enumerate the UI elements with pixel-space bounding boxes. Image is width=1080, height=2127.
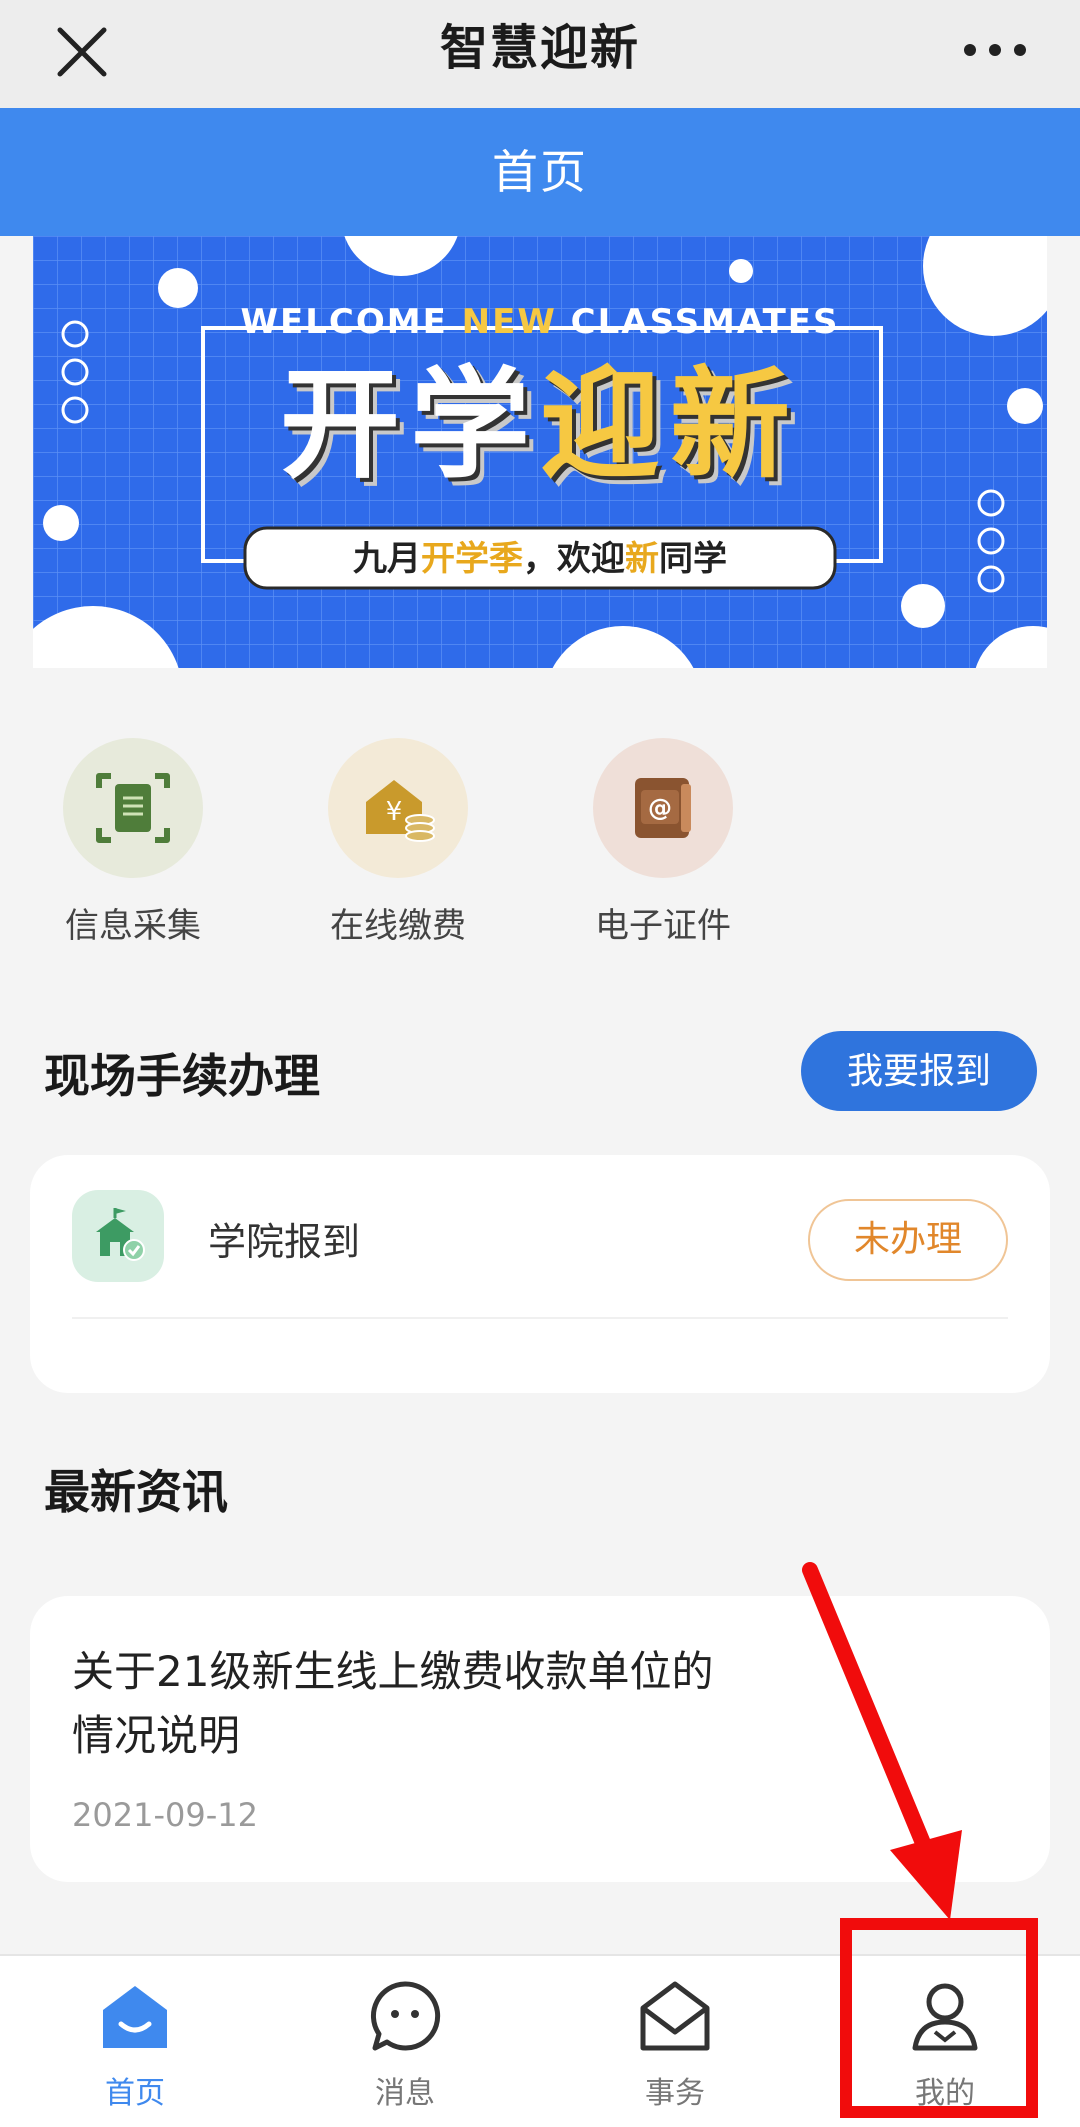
svg-text:¥: ¥ [386,797,403,827]
app-title: 智慧迎新 [439,20,640,76]
report-button[interactable]: 我要报到 [801,1031,1037,1111]
document-scan-icon [63,738,203,878]
title-bar: 智慧迎新 [0,0,1080,108]
quick-label: 电子证件 [595,906,731,946]
tagline-part: ，欢迎 [523,539,625,579]
procedure-label: 学院报到 [208,1220,361,1264]
welcome-word: WELCOME [240,302,462,342]
headline-white: 开学 [280,356,540,495]
banner-tagline: 九月开学季，欢迎新同学 [245,536,835,582]
quick-online-payment[interactable]: ¥ 在线缴费 [308,738,488,947]
headline-yellow: 迎新 [540,356,800,495]
divider [72,1317,1008,1319]
id-book-icon: @ [593,738,733,878]
tagline-part: 九月 [353,539,421,579]
message-icon [370,1981,441,2051]
page-title: 首页 [492,145,588,199]
tab-home[interactable]: 首页 [55,1976,215,2112]
tagline-highlight: 新 [625,539,659,579]
svg-text:@: @ [648,794,672,822]
affairs-icon [640,1981,710,2051]
news-section-title: 最新资讯 [44,1465,228,1519]
tab-messages[interactable]: 消息 [325,1976,485,2112]
status-button[interactable]: 未办理 [808,1199,1008,1281]
tab-label: 事务 [645,2076,705,2111]
onsite-section-title: 现场手续办理 [44,1049,320,1103]
quick-label: 在线缴费 [330,906,466,946]
news-date: 2021-09-12 [72,1796,258,1834]
tagline-highlight: 开学季 [421,539,523,579]
news-title: 关于21级新生线上缴费收款单位的情况说明 [72,1647,714,1760]
welcome-banner[interactable]: WELCOME NEW CLASSMATES 开学迎新 九月开学季，欢迎新同学 [33,236,1047,668]
banner-welcome-text: WELCOME NEW CLASSMATES [33,302,1047,342]
tab-label: 首页 [105,2076,165,2111]
school-check-icon [72,1190,164,1282]
more-dots-icon[interactable] [960,40,1030,60]
home-icon [103,1986,167,2048]
annotation-arrow [802,1562,962,1920]
annotation-highlight-box [840,1918,1038,2118]
classmates-word: CLASSMATES [556,302,840,342]
quick-info-collection[interactable]: 信息采集 [43,738,223,947]
quick-electronic-id[interactable]: @ 电子证件 [573,738,753,947]
procedure-card: 学院报到 未办理 [30,1155,1050,1393]
tagline-part: 同学 [659,539,727,579]
page-header: 首页 [0,108,1080,236]
payment-house-icon: ¥ [328,738,468,878]
banner-headline: 开学迎新 [33,356,1047,496]
new-word: NEW [461,302,557,342]
tab-label: 消息 [375,2076,435,2111]
tab-affairs[interactable]: 事务 [595,1976,755,2112]
quick-label: 信息采集 [65,906,201,946]
